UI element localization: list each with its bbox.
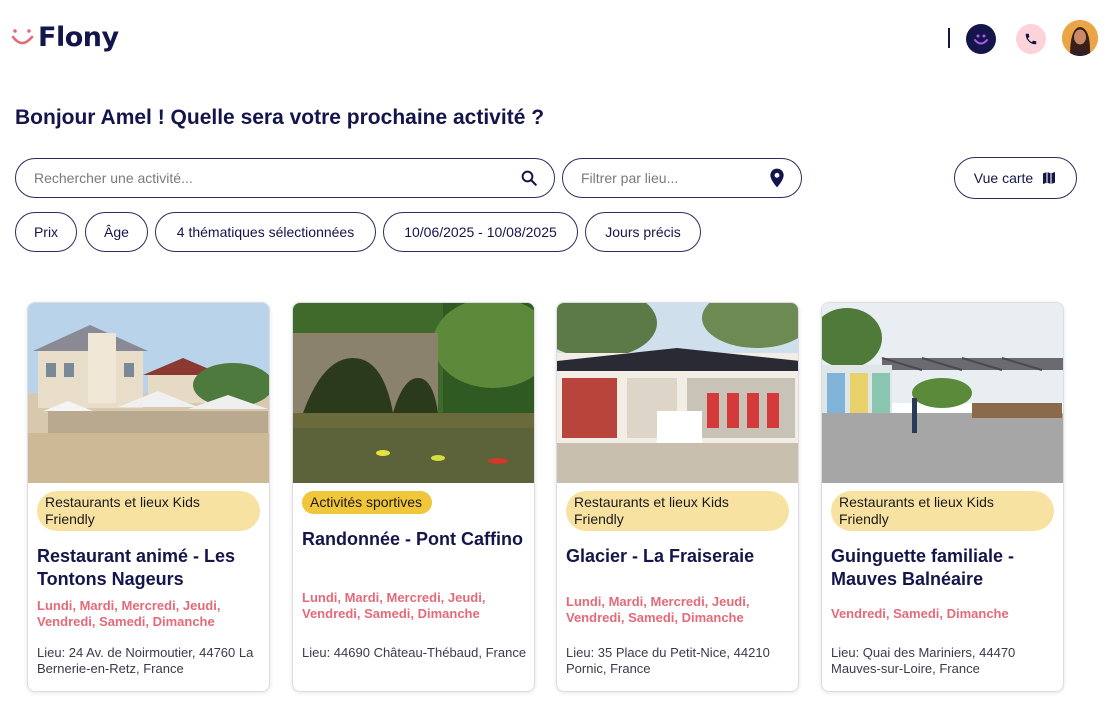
place-placeholder: Filtrer par lieu...	[581, 170, 679, 186]
card-image	[822, 303, 1063, 483]
filter-chip-age[interactable]: Âge	[85, 212, 148, 252]
activity-card[interactable]: Restaurants et lieux Kids Friendly Guing…	[821, 302, 1064, 692]
header-divider	[948, 28, 950, 48]
card-days: Lundi, Mardi, Mercredi, Jeudi, Vendredi,…	[566, 594, 750, 625]
activity-card[interactable]: Restaurants et lieux Kids Friendly Glaci…	[556, 302, 799, 692]
card-location: Lieu: 35 Place du Petit-Nice, 44210 Porn…	[566, 645, 770, 676]
card-days: Lundi, Mardi, Mercredi, Jeudi, Vendredi,…	[302, 590, 486, 621]
logo-text: Flony	[38, 22, 119, 53]
card-days: Vendredi, Samedi, Dimanche	[831, 606, 1009, 621]
filter-chip-themes[interactable]: 4 thématiques sélectionnées	[155, 212, 376, 252]
search-input[interactable]: Rechercher une activité...	[15, 158, 555, 198]
card-title: Guinguette familiale - Mauves Balnéaire	[831, 546, 1015, 589]
activity-card[interactable]: Restaurants et lieux Kids Friendly Resta…	[27, 302, 270, 692]
top-header: Flony	[0, 0, 1114, 80]
category-tag: Restaurants et lieux Kids Friendly	[37, 491, 260, 531]
map-icon	[1043, 172, 1056, 184]
logo[interactable]: Flony	[10, 22, 119, 53]
card-title: Glacier - La Fraiseraie	[566, 546, 755, 566]
card-location: Lieu: 44690 Château-Thébaud, France	[302, 645, 527, 660]
phone-button[interactable]	[1016, 24, 1046, 54]
place-filter-input[interactable]: Filtrer par lieu...	[562, 158, 802, 198]
filter-chip-price[interactable]: Prix	[15, 212, 77, 252]
search-icon[interactable]	[520, 169, 538, 187]
avatar[interactable]	[1062, 20, 1098, 56]
card-image	[28, 303, 269, 483]
filter-chip-dates[interactable]: 10/06/2025 - 10/08/2025	[383, 212, 578, 252]
smile-icon	[974, 34, 988, 45]
map-view-label: Vue carte	[973, 170, 1034, 186]
map-view-button[interactable]: Vue carte	[954, 157, 1077, 199]
card-image	[293, 303, 534, 483]
search-placeholder: Rechercher une activité...	[34, 170, 193, 186]
card-title: Restaurant animé - Les Tontons Nageurs	[37, 546, 236, 589]
activity-card[interactable]: Activités sportives Randonnée - Pont Caf…	[292, 302, 535, 692]
smile-button[interactable]	[966, 24, 996, 54]
card-title: Randonnée - Pont Caffino	[302, 529, 523, 549]
filter-chip-days[interactable]: Jours précis	[585, 212, 701, 252]
category-tag: Activités sportives	[302, 491, 433, 514]
phone-icon	[1025, 33, 1037, 45]
smile-logo-icon	[10, 25, 36, 51]
card-location: Lieu: Quai des Mariniers, 44470 Mauves-s…	[831, 645, 1016, 676]
page-title: Bonjour Amel ! Quelle sera votre prochai…	[15, 106, 545, 129]
card-image	[557, 303, 798, 483]
category-tag: Restaurants et lieux Kids Friendly	[831, 491, 1054, 531]
card-days: Lundi, Mardi, Mercredi, Jeudi, Vendredi,…	[37, 598, 221, 629]
card-location: Lieu: 24 Av. de Noirmoutier, 44760 La Be…	[37, 645, 254, 676]
location-pin-icon	[770, 168, 784, 188]
category-tag: Restaurants et lieux Kids Friendly	[566, 491, 789, 531]
user-avatar-icon	[1062, 20, 1098, 56]
